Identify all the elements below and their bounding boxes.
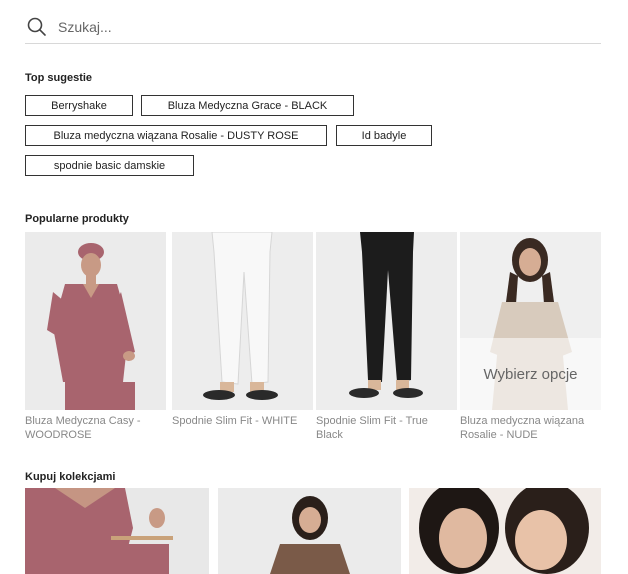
product-card[interactable]: Spodnie Slim Fit - WHITE: [172, 232, 313, 428]
search-icon[interactable]: [26, 16, 48, 38]
suggestion-chip[interactable]: spodnie basic damskie: [25, 155, 194, 176]
product-image[interactable]: Wybierz opcje: [460, 232, 601, 410]
product-name[interactable]: Spodnie Slim Fit - WHITE: [172, 414, 313, 428]
product-name[interactable]: Bluza Medyczna Casy - WOODROSE: [25, 414, 166, 442]
product-name[interactable]: Spodnie Slim Fit - True Black: [316, 414, 457, 442]
products-title: Popularne produkty: [25, 213, 129, 225]
product-image[interactable]: [25, 232, 166, 410]
collection-tile[interactable]: [409, 488, 601, 574]
black-pants-image: [316, 232, 457, 410]
suggestion-chip[interactable]: Bluza Medyczna Grace - BLACK: [141, 95, 354, 116]
white-pants-image: [172, 232, 313, 410]
suggestions-title: Top sugestie: [25, 72, 93, 84]
collection-image-woman: [218, 488, 401, 574]
collection-image-scrubs: [25, 488, 209, 574]
suggestion-chip[interactable]: Bluza medyczna wiązana Rosalie - DUSTY R…: [25, 125, 327, 146]
search-input[interactable]: [58, 18, 458, 35]
product-card[interactable]: Spodnie Slim Fit - True Black: [316, 232, 457, 442]
choose-options-button[interactable]: Wybierz opcje: [460, 338, 601, 410]
collection-tile[interactable]: [218, 488, 401, 574]
product-image[interactable]: [316, 232, 457, 410]
product-image[interactable]: [172, 232, 313, 410]
collection-tile[interactable]: [25, 488, 209, 574]
product-card[interactable]: Wybierz opcje Bluza medyczna wiązana Ros…: [460, 232, 601, 442]
suggestion-chip[interactable]: Id badyle: [336, 125, 432, 146]
collections-title: Kupuj kolekcjami: [25, 471, 116, 483]
collection-image-two-women: [409, 488, 601, 574]
product-card[interactable]: Bluza Medyczna Casy - WOODROSE: [25, 232, 166, 442]
suggestion-chip[interactable]: Berryshake: [25, 95, 133, 116]
search-bar[interactable]: [25, 10, 601, 44]
woman-in-scrubs-image: [25, 232, 166, 410]
product-name[interactable]: Bluza medyczna wiązana Rosalie - NUDE: [460, 414, 601, 442]
